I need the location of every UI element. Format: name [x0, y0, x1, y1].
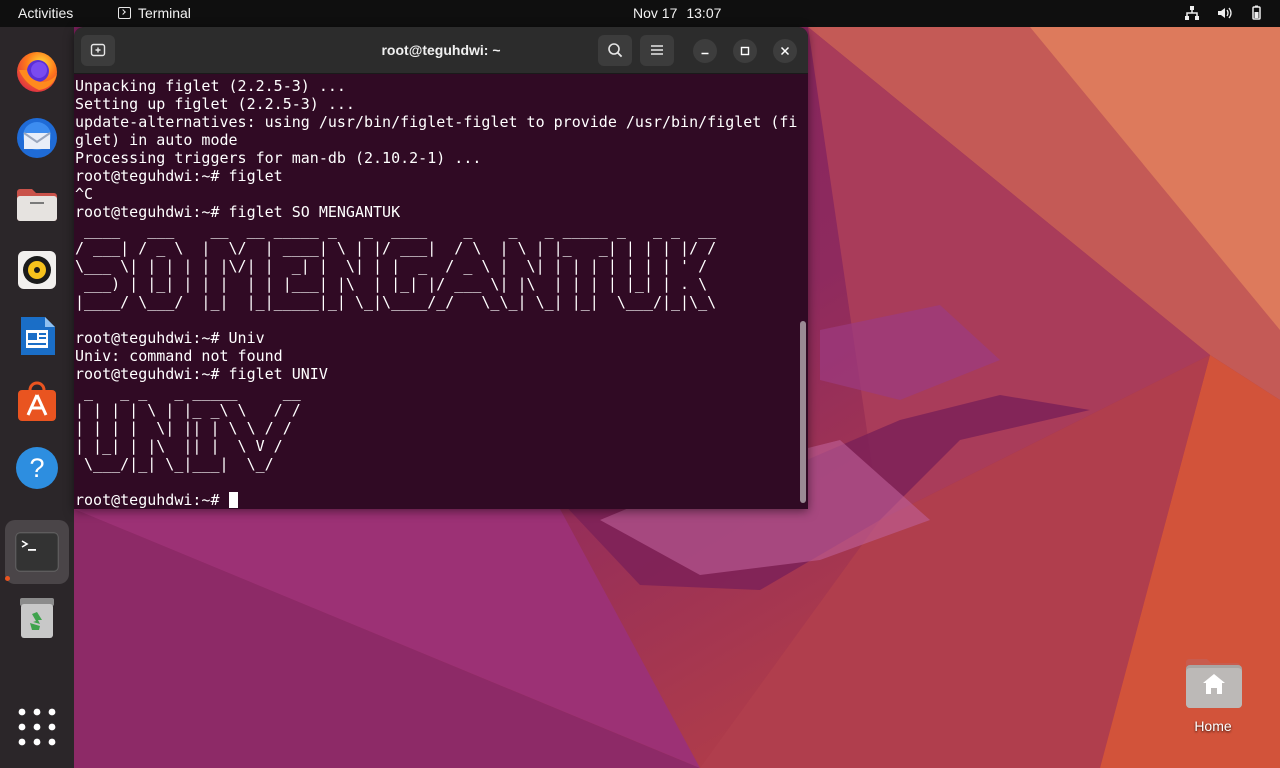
- app-menu-label: Terminal: [138, 5, 191, 21]
- terminal-scrollbar[interactable]: [800, 321, 806, 503]
- close-button[interactable]: [773, 39, 797, 63]
- thunderbird-icon: [17, 118, 57, 158]
- app-menu[interactable]: Terminal: [118, 5, 191, 21]
- dock-trash[interactable]: [5, 586, 69, 650]
- dock-libreoffice-writer[interactable]: [5, 304, 69, 368]
- terminal-icon: [15, 532, 59, 572]
- desktop-home-folder[interactable]: Home: [1180, 656, 1246, 740]
- rhythmbox-icon: [18, 251, 56, 289]
- terminal-output: Unpacking figlet (2.2.5-3) ... Setting u…: [75, 77, 798, 473]
- home-folder-icon: [1186, 659, 1242, 708]
- activities-button[interactable]: Activities: [18, 5, 73, 21]
- minimize-icon: [701, 52, 709, 55]
- libreoffice-writer-icon: [21, 317, 55, 355]
- network-icon[interactable]: [1184, 5, 1200, 21]
- help-icon: ?: [16, 447, 58, 489]
- terminal-cursor: [228, 492, 238, 508]
- minimize-button[interactable]: [693, 39, 717, 63]
- search-icon: [608, 43, 623, 58]
- top-bar: Activities Terminal Nov 17 13:07: [0, 0, 1280, 27]
- running-indicator: [5, 576, 10, 581]
- dock-terminal[interactable]: [5, 520, 69, 584]
- terminal-text: Unpacking figlet (2.2.5-3) ... Setting u…: [74, 77, 797, 509]
- dock-help[interactable]: ?: [5, 436, 69, 500]
- close-icon: [780, 46, 790, 56]
- files-icon: [17, 189, 57, 221]
- clock-time: 13:07: [686, 5, 722, 21]
- terminal-window[interactable]: root@teguhdwi: ~ Unpacking figlet (2.2.5…: [74, 27, 808, 509]
- svg-text:?: ?: [29, 453, 44, 483]
- dock-rhythmbox[interactable]: [5, 238, 69, 302]
- dock-show-apps[interactable]: [5, 695, 69, 759]
- dock-firefox[interactable]: [5, 40, 69, 104]
- maximize-icon: [740, 46, 750, 56]
- clock[interactable]: Nov 17 13:07: [633, 5, 721, 21]
- maximize-button[interactable]: [733, 39, 757, 63]
- system-tray[interactable]: [1184, 5, 1264, 21]
- menu-button[interactable]: [640, 35, 674, 66]
- home-label: Home: [1194, 718, 1232, 734]
- trash-icon: [20, 598, 54, 638]
- hamburger-menu-icon: [651, 45, 663, 55]
- terminal-output-area[interactable]: Unpacking figlet (2.2.5-3) ... Setting u…: [74, 74, 800, 509]
- terminal-icon: [118, 7, 131, 19]
- search-button[interactable]: [598, 35, 632, 66]
- app-center-icon: [18, 381, 56, 421]
- power-icon[interactable]: [1248, 5, 1264, 21]
- clock-date: Nov 17: [633, 5, 678, 21]
- terminal-prompt: root@teguhdwi:~#: [75, 491, 229, 509]
- volume-icon[interactable]: [1216, 5, 1232, 21]
- terminal-headerbar[interactable]: root@teguhdwi: ~: [74, 27, 808, 74]
- dock-files[interactable]: [5, 172, 69, 236]
- dock-thunderbird[interactable]: [5, 106, 69, 170]
- show-apps-icon: [18, 708, 56, 746]
- dock: ?: [0, 27, 74, 768]
- dock-app-center[interactable]: [5, 370, 69, 434]
- firefox-icon: [17, 52, 57, 92]
